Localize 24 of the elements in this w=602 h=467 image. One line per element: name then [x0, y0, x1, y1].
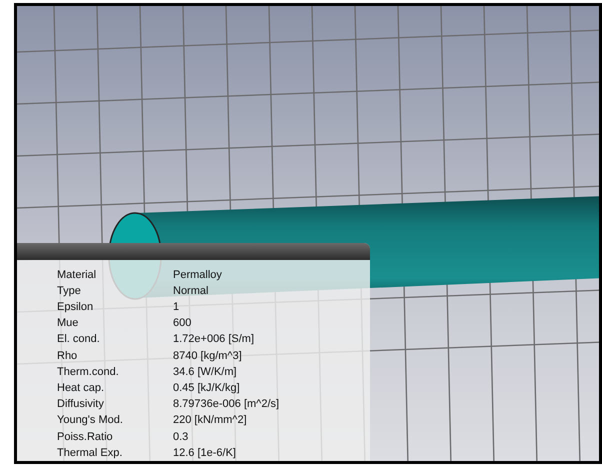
property-value: 0.45 [kJ/K/kg] — [173, 380, 241, 396]
property-value: 220 [kN/mm^2] — [173, 413, 248, 428]
property-label: Material — [57, 268, 98, 283]
property-label: Thermal Exp. — [57, 446, 124, 461]
property-value: 0.3 — [173, 430, 190, 445]
property-label: Diffusivity — [57, 397, 105, 412]
property-value: 1 — [173, 300, 180, 315]
property-value: 8.79736e-006 [m^2/s] — [173, 397, 280, 412]
property-value: 1.72e+006 [S/m] — [173, 332, 256, 348]
property-value: Normal — [173, 284, 210, 299]
property-label: Young's Mod. — [57, 413, 124, 428]
property-value: 8740 [kg/m^3] — [173, 348, 243, 364]
property-value: 34.6 [W/K/m] — [173, 364, 238, 380]
property-label: Therm.cond. — [57, 364, 120, 380]
property-label: Rho — [57, 348, 78, 364]
property-label: Epsilon — [57, 300, 94, 315]
property-label: Poiss.Ratio — [57, 430, 114, 445]
property-label: Mue — [57, 316, 80, 332]
property-label: El. cond. — [57, 332, 101, 348]
property-label: Type — [57, 284, 82, 299]
property-value: Permalloy — [173, 268, 223, 283]
property-value: 12.6 [1e-6/K] — [173, 446, 237, 461]
property-label: Heat cap. — [57, 380, 106, 396]
property-value: 600 — [173, 316, 192, 332]
